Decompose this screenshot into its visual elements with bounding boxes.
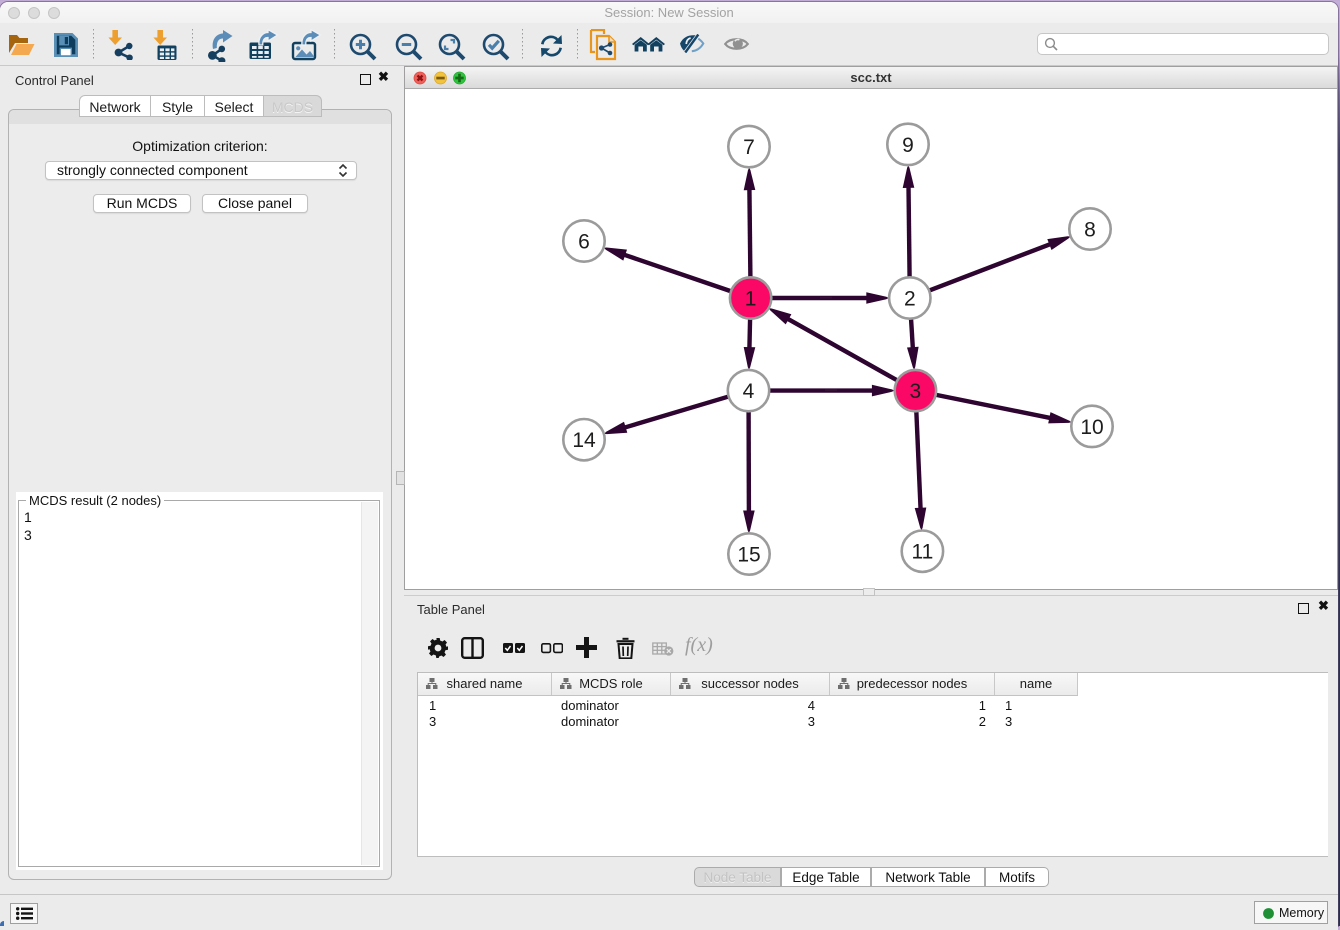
- svg-text:14: 14: [572, 429, 596, 452]
- svg-text:6: 6: [578, 231, 590, 254]
- svg-text:10: 10: [1080, 416, 1103, 439]
- svg-text:11: 11: [911, 541, 933, 564]
- svg-text:9: 9: [902, 134, 914, 157]
- svg-text:7: 7: [743, 136, 755, 159]
- svg-text:2: 2: [904, 288, 916, 311]
- svg-text:8: 8: [1084, 219, 1096, 242]
- svg-text:3: 3: [910, 380, 922, 403]
- svg-text:1: 1: [745, 288, 757, 311]
- svg-text:15: 15: [737, 544, 760, 567]
- svg-text:4: 4: [743, 380, 755, 403]
